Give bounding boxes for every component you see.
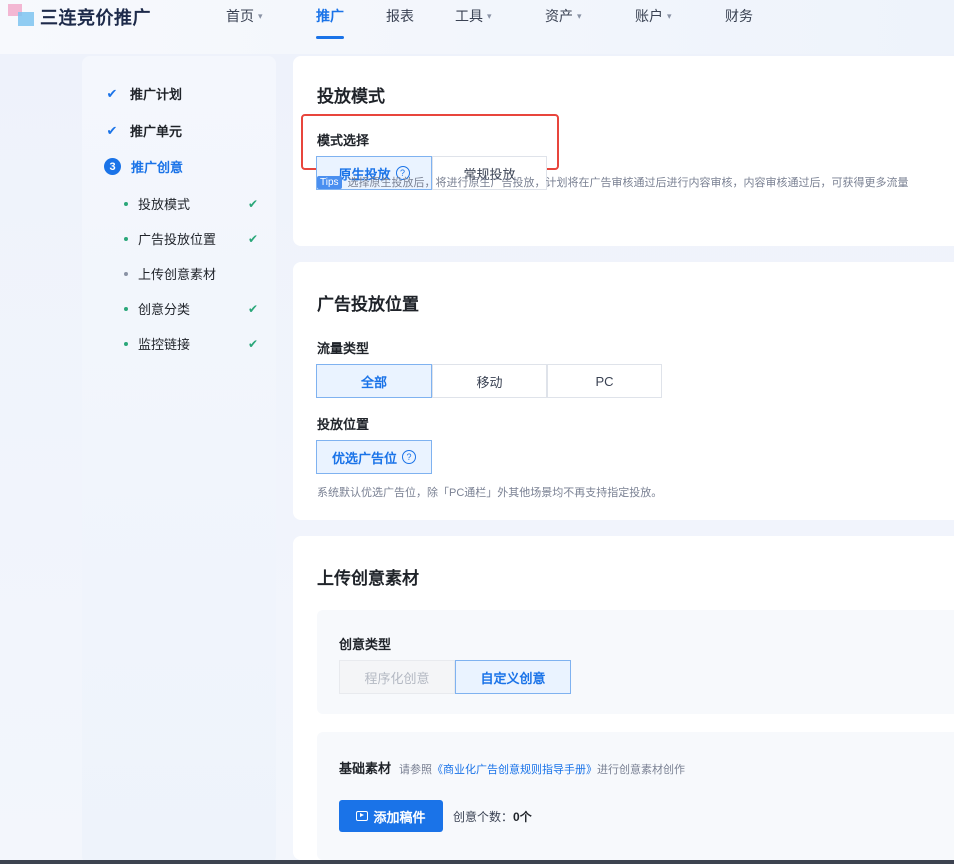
chevron-down-icon: ▾: [258, 10, 263, 21]
base-material-panel: 基础素材 请参照 《商业化广告创意规则指导手册》 进行创意素材创作 添加稿件 创…: [317, 732, 954, 860]
creative-type-panel: 创意类型 程序化创意 自定义创意: [317, 610, 954, 714]
substep-monitor[interactable]: 监控链接 ✔: [124, 334, 258, 353]
placement-card: 广告投放位置 流量类型 全部 移动 PC 投放位置 优选广告位? 系统默认优选广…: [293, 262, 954, 520]
substep-category[interactable]: 创意分类 ✔: [124, 299, 258, 318]
step-creative[interactable]: 3 推广创意: [104, 157, 183, 176]
chevron-down-icon: ▾: [667, 10, 672, 21]
base-material-title: 基础素材: [339, 761, 392, 776]
check-icon: ✔: [106, 122, 118, 138]
step-unit[interactable]: ✔ 推广单元: [104, 121, 182, 140]
traffic-pc-button[interactable]: PC: [547, 364, 662, 398]
help-icon: ?: [402, 450, 416, 464]
add-draft-button[interactable]: 添加稿件: [339, 800, 443, 832]
check-icon: ✔: [247, 301, 258, 316]
nav-tools[interactable]: 工具 ▾: [455, 6, 492, 26]
mode-card: 投放模式 模式选择 原生投放? 常规投放 Tips 选择原生投放后，将进行原生广…: [293, 56, 954, 246]
section-title: 投放模式: [317, 87, 385, 106]
nav-reports[interactable]: 报表: [386, 6, 414, 26]
traffic-mobile-button[interactable]: 移动: [432, 364, 547, 398]
creative-count: 创意个数：0个: [453, 810, 532, 824]
substep-placement[interactable]: 广告投放位置 ✔: [124, 229, 258, 248]
position-hint: 系统默认优选广告位，除「PC通栏」外其他场景均不再支持指定投放。: [317, 487, 663, 499]
guide-link[interactable]: 《商业化广告创意规则指导手册》: [432, 761, 597, 777]
check-icon: ✔: [247, 336, 258, 351]
custom-creative-button[interactable]: 自定义创意: [455, 660, 571, 694]
base-material-row: 基础素材 请参照 《商业化广告创意规则指导手册》 进行创意素材创作: [339, 758, 685, 777]
logo-icon: [8, 4, 38, 26]
optimal-position-button[interactable]: 优选广告位?: [316, 440, 432, 474]
section-title: 广告投放位置: [317, 295, 419, 314]
video-play-icon: [356, 811, 369, 821]
chevron-down-icon: ▾: [487, 10, 492, 21]
check-icon: ✔: [247, 231, 258, 246]
step-number-badge: 3: [104, 158, 121, 175]
upload-card: 上传创意素材 创意类型 程序化创意 自定义创意 基础素材 请参照 《商业化广告创…: [293, 536, 954, 860]
nav-account[interactable]: 账户 ▾: [635, 6, 672, 26]
chevron-down-icon: ▾: [577, 10, 582, 21]
logo-text[interactable]: 三连竞价推广: [40, 4, 151, 30]
tips-tag: Tips: [317, 175, 342, 189]
traffic-label: 流量类型: [317, 341, 370, 356]
nav-assets[interactable]: 资产 ▾: [545, 6, 582, 26]
bottom-bar: [0, 860, 954, 864]
programmatic-creative-button[interactable]: 程序化创意: [339, 660, 455, 694]
nav-promotion[interactable]: 推广: [316, 6, 344, 26]
substep-upload[interactable]: 上传创意素材: [124, 264, 258, 283]
creative-type-label: 创意类型: [339, 637, 392, 652]
nav-finance[interactable]: 财务: [725, 6, 753, 26]
step-plan[interactable]: ✔ 推广计划: [104, 84, 182, 103]
nav-home[interactable]: 首页 ▾: [226, 6, 263, 26]
position-label: 投放位置: [317, 417, 370, 432]
substep-mode[interactable]: 投放模式 ✔: [124, 194, 258, 213]
top-navbar: 三连竞价推广 首页 ▾ 推广 报表 工具 ▾ 资产 ▾ 账户 ▾ 财务: [0, 0, 954, 54]
section-title: 上传创意素材: [317, 569, 419, 588]
step-sidebar: ✔ 推广计划 ✔ 推广单元 3 推广创意 投放模式 ✔ 广告投放位置 ✔ 上传创…: [82, 56, 276, 864]
check-icon: ✔: [106, 85, 118, 101]
nav-active-indicator: [316, 36, 344, 39]
check-icon: ✔: [247, 196, 258, 211]
traffic-all-button[interactable]: 全部: [316, 364, 432, 398]
tips-row: Tips 选择原生投放后，将进行原生广告投放，计划将在广告审核通过后进行内容审核…: [317, 174, 909, 190]
